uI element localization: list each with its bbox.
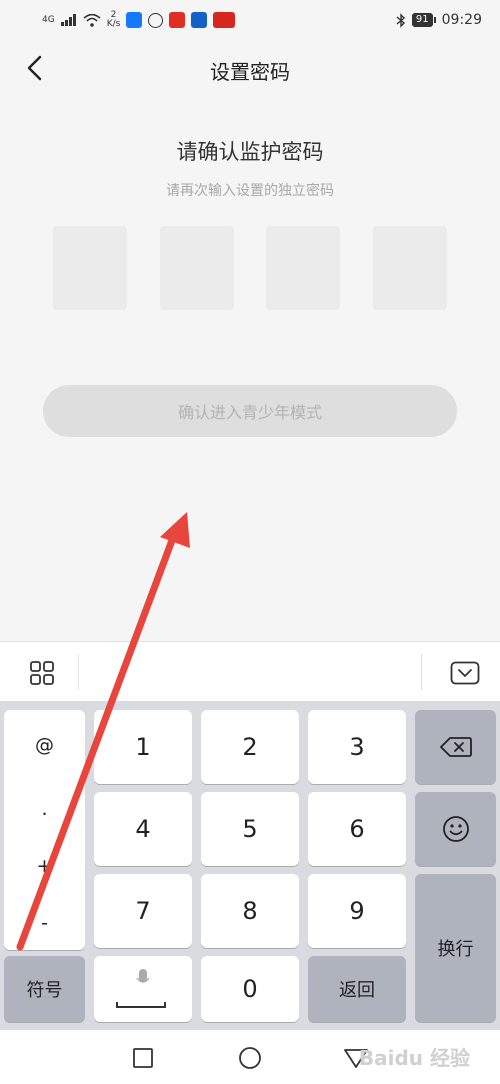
- recent-apps-icon: [133, 1048, 153, 1068]
- symbol-key-at[interactable]: @: [4, 734, 85, 756]
- key-8[interactable]: 8: [201, 874, 299, 948]
- symbol-key-plus[interactable]: +: [4, 855, 85, 877]
- pin-box-3[interactable]: [266, 226, 341, 310]
- backspace-key[interactable]: [415, 710, 496, 784]
- collapse-keyboard-icon: [450, 661, 480, 685]
- key-4[interactable]: 4: [94, 792, 192, 866]
- confirm-teen-mode-button[interactable]: 确认进入青少年模式: [43, 385, 457, 437]
- key-7[interactable]: 7: [94, 874, 192, 948]
- baidu-watermark: Baidu 经验: [358, 1046, 470, 1070]
- nav-bar: 设置密码: [0, 40, 500, 96]
- app-icon: [148, 12, 164, 28]
- confirm-heading: 请确认监护密码: [176, 140, 324, 164]
- key-9[interactable]: 9: [308, 874, 406, 948]
- collapse-keyboard-button[interactable]: [445, 658, 485, 688]
- key-1[interactable]: 1: [94, 710, 192, 784]
- emoji-icon: [442, 816, 469, 842]
- battery-level: 91: [411, 13, 433, 27]
- key-6[interactable]: 6: [308, 792, 406, 866]
- pin-box-1[interactable]: [53, 226, 127, 310]
- space-key[interactable]: [94, 956, 192, 1022]
- battery-icon: 91: [411, 13, 436, 27]
- wifi-icon: [83, 13, 101, 27]
- bluetooth-icon: [396, 12, 405, 28]
- key-2[interactable]: 2: [201, 710, 299, 784]
- return-key[interactable]: 返回: [308, 956, 406, 1022]
- network-label: 4G: [42, 14, 55, 25]
- mic-icon: [136, 969, 150, 983]
- home-button[interactable]: [236, 1044, 264, 1072]
- enter-key[interactable]: 换行: [415, 874, 496, 1022]
- network-speed-unit: K/s: [106, 19, 121, 29]
- key-0[interactable]: 0: [201, 956, 299, 1022]
- system-nav-bar: Baidu 经验: [0, 1030, 500, 1084]
- recent-apps-button[interactable]: [129, 1044, 157, 1072]
- status-bar: 4G 2 K/s 91 09:29: [0, 0, 500, 40]
- numeric-keyboard: @ . + - 1 2 3 4 5 6 7 8 9 符号 0 返回 换行: [0, 701, 500, 1030]
- key-3[interactable]: 3: [308, 710, 406, 784]
- symbol-column[interactable]: @ . + -: [4, 710, 85, 950]
- page-title: 设置密码: [210, 60, 290, 84]
- news-app-icon-2: [213, 12, 236, 28]
- backspace-icon: [439, 737, 472, 757]
- red-app-icon: [169, 12, 186, 28]
- grid-button[interactable]: [22, 658, 62, 688]
- alipay-icon: [126, 12, 143, 28]
- emoji-key[interactable]: [415, 792, 496, 866]
- pin-box-4[interactable]: [372, 226, 447, 310]
- symbol-key-dot[interactable]: .: [4, 798, 85, 820]
- symbol-key-minus[interactable]: -: [4, 912, 85, 934]
- clock: 09:29: [441, 12, 482, 28]
- key-5[interactable]: 5: [201, 792, 299, 866]
- pin-input-row[interactable]: [53, 226, 447, 310]
- keyboard-toolbar: [0, 641, 500, 701]
- home-icon: [239, 1047, 261, 1069]
- confirm-subheading: 请再次输入设置的独立密码: [166, 183, 334, 199]
- pin-box-2[interactable]: [159, 226, 234, 310]
- grid-icon: [30, 661, 54, 685]
- signal-icon: [60, 14, 76, 26]
- news-app-icon: [191, 12, 208, 28]
- symbol-toggle-key[interactable]: 符号: [4, 956, 85, 1022]
